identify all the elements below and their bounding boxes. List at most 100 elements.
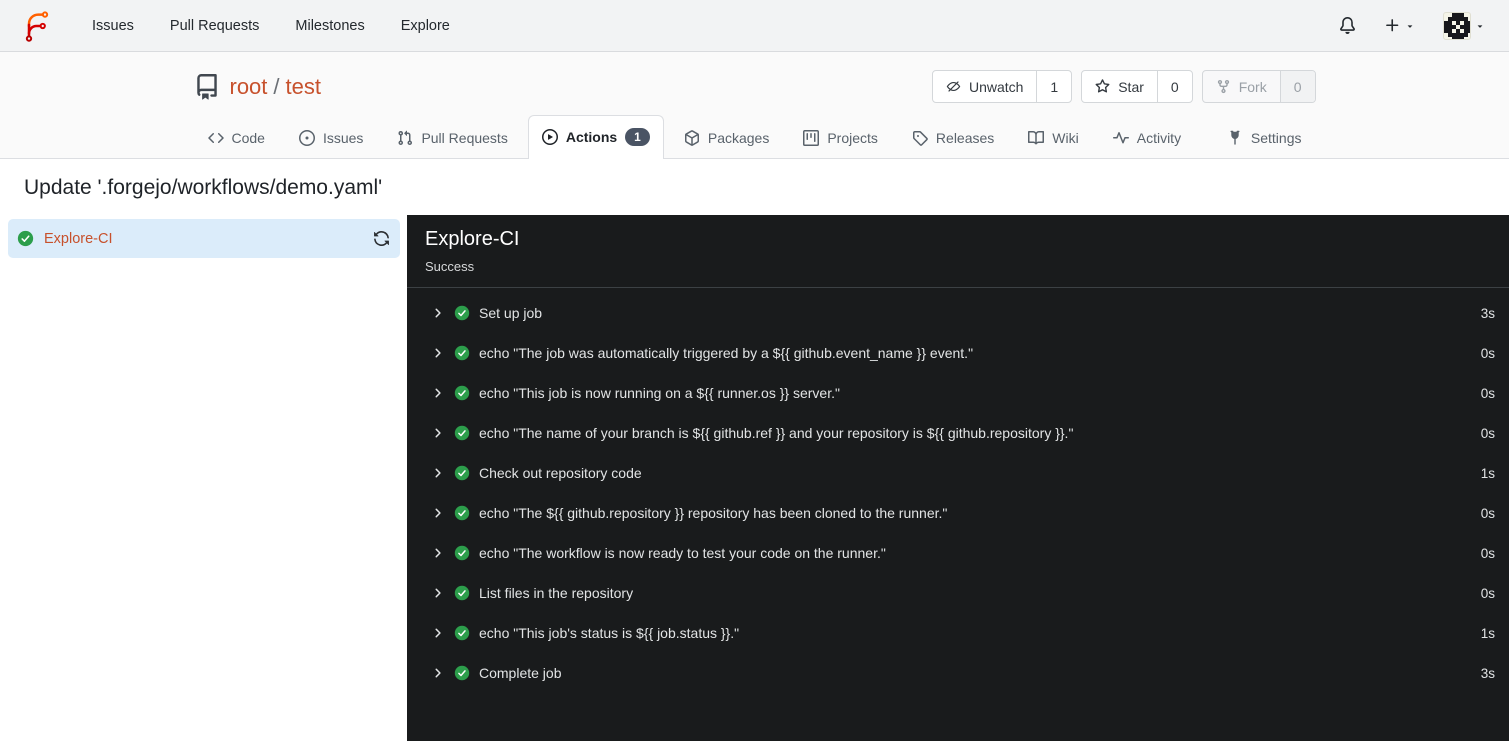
step-label: Complete job <box>479 665 562 681</box>
chevron-right-icon <box>431 306 445 320</box>
step-row[interactable]: echo "The ${{ github.repository }} repos… <box>407 493 1509 533</box>
top-nav-links: Issues Pull Requests Milestones Explore <box>92 18 450 34</box>
step-duration: 0s <box>1480 505 1495 521</box>
step-row[interactable]: Set up job 3s <box>407 293 1509 333</box>
plus-icon <box>1386 19 1399 32</box>
step-row[interactable]: echo "The workflow is now ready to test … <box>407 533 1509 573</box>
step-label: Check out repository code <box>479 465 642 481</box>
star-count[interactable]: 0 <box>1156 71 1192 102</box>
watch-button-group: Unwatch 1 <box>931 70 1073 103</box>
tab-activity[interactable]: Activity <box>1099 117 1195 158</box>
repo-owner-link[interactable]: root <box>230 74 268 100</box>
repo-separator: / <box>273 73 280 99</box>
repo-name-link[interactable]: test <box>286 74 321 100</box>
nav-issues-link[interactable]: Issues <box>92 18 134 34</box>
step-row[interactable]: List files in the repository 0s <box>407 573 1509 613</box>
success-check-icon <box>454 385 470 401</box>
success-check-icon <box>454 305 470 321</box>
success-check-icon <box>454 425 470 441</box>
success-check-icon <box>454 665 470 681</box>
success-check-icon <box>454 625 470 641</box>
step-label: echo "This job's status is ${{ job.statu… <box>479 625 740 641</box>
step-duration: 3s <box>1480 665 1495 681</box>
top-navbar: Issues Pull Requests Milestones Explore <box>0 0 1509 52</box>
job-steps-list: Set up job 3s echo "The job was automati… <box>407 288 1509 693</box>
pulse-icon <box>1112 132 1129 144</box>
wrench-icon <box>1230 130 1240 145</box>
job-status-label: Success <box>425 259 475 274</box>
step-row[interactable]: Check out repository code 1s <box>407 453 1509 493</box>
package-icon <box>684 130 699 146</box>
chevron-right-icon <box>431 546 445 560</box>
issue-opened-icon <box>298 130 315 146</box>
rerun-job-button[interactable] <box>373 230 390 247</box>
play-circle-icon <box>541 129 558 145</box>
success-check-icon <box>454 345 470 361</box>
user-menu-dropdown[interactable] <box>1443 11 1485 40</box>
success-check-icon <box>454 585 470 601</box>
step-duration: 3s <box>1480 305 1495 321</box>
actions-count-badge: 1 <box>625 128 650 146</box>
chevron-right-icon <box>431 386 445 400</box>
job-log-panel: Explore-CI Success Set up job 3s echo "T… <box>407 215 1509 741</box>
jobs-sidebar: Explore-CI <box>0 215 407 741</box>
step-duration: 0s <box>1480 425 1495 441</box>
step-row[interactable]: echo "The job was automatically triggere… <box>407 333 1509 373</box>
step-row[interactable]: echo "This job's status is ${{ job.statu… <box>407 613 1509 653</box>
tab-pull-requests[interactable]: Pull Requests <box>383 117 521 158</box>
step-label: echo "The workflow is now ready to test … <box>479 545 886 561</box>
repo-breadcrumb: root / test <box>230 74 322 100</box>
chevron-right-icon <box>431 426 445 440</box>
repo-header: root / test Unwatch 1 Star 0 Fork 0 Code… <box>0 52 1509 159</box>
step-row[interactable]: Complete job 3s <box>407 653 1509 693</box>
code-icon <box>207 132 224 144</box>
success-check-icon <box>454 465 470 481</box>
success-check-icon <box>454 545 470 561</box>
sidebar-job-explore-ci[interactable]: Explore-CI <box>8 219 400 258</box>
fork-count: 0 <box>1279 71 1315 102</box>
tab-settings[interactable]: Settings <box>1213 117 1316 158</box>
create-new-dropdown[interactable] <box>1384 17 1415 34</box>
job-title: Explore-CI <box>425 228 520 250</box>
avatar <box>1443 11 1471 40</box>
repo-tabs: Code Issues Pull Requests Actions 1 Pack… <box>194 115 1316 159</box>
git-pull-request-icon <box>398 130 413 146</box>
chevron-right-icon <box>431 466 445 480</box>
watch-count[interactable]: 1 <box>1036 71 1071 102</box>
tag-icon <box>912 131 928 146</box>
repo-icon <box>194 73 220 100</box>
step-label: List files in the repository <box>479 585 634 601</box>
step-row[interactable]: echo "The name of your branch is ${{ git… <box>407 413 1509 453</box>
tab-issues[interactable]: Issues <box>285 117 377 158</box>
nav-milestones-link[interactable]: Milestones <box>295 18 364 34</box>
tab-projects[interactable]: Projects <box>789 117 892 158</box>
tab-code[interactable]: Code <box>194 117 279 158</box>
fork-button: Fork <box>1203 71 1280 102</box>
star-button[interactable]: Star <box>1082 71 1157 102</box>
nav-explore-link[interactable]: Explore <box>401 18 450 34</box>
success-check-icon <box>17 230 34 247</box>
unwatch-button[interactable]: Unwatch <box>933 71 1036 102</box>
job-name-label: Explore-CI <box>44 230 113 247</box>
tab-actions[interactable]: Actions 1 <box>527 115 664 159</box>
notifications-bell-icon[interactable] <box>1339 17 1356 34</box>
sync-icon <box>374 231 389 246</box>
chevron-down-icon <box>1477 24 1483 28</box>
step-duration: 1s <box>1480 465 1495 481</box>
star-button-group: Star 0 <box>1081 70 1193 103</box>
fork-button-group: Fork 0 <box>1201 70 1316 103</box>
tab-releases[interactable]: Releases <box>898 117 1008 158</box>
tab-packages[interactable]: Packages <box>670 117 783 158</box>
tab-wiki[interactable]: Wiki <box>1014 117 1092 158</box>
step-row[interactable]: echo "This job is now running on a ${{ r… <box>407 373 1509 413</box>
project-board-icon <box>803 130 820 146</box>
eye-off-icon <box>946 81 961 92</box>
chevron-right-icon <box>431 506 445 520</box>
job-log-header: Explore-CI Success <box>407 215 1509 288</box>
step-duration: 0s <box>1480 545 1495 561</box>
forgejo-logo-icon[interactable] <box>24 10 50 42</box>
nav-pull-requests-link[interactable]: Pull Requests <box>170 18 259 34</box>
step-label: echo "The ${{ github.repository }} repos… <box>479 505 948 521</box>
step-label: echo "The job was automatically triggere… <box>479 345 974 361</box>
chevron-right-icon <box>431 626 445 640</box>
